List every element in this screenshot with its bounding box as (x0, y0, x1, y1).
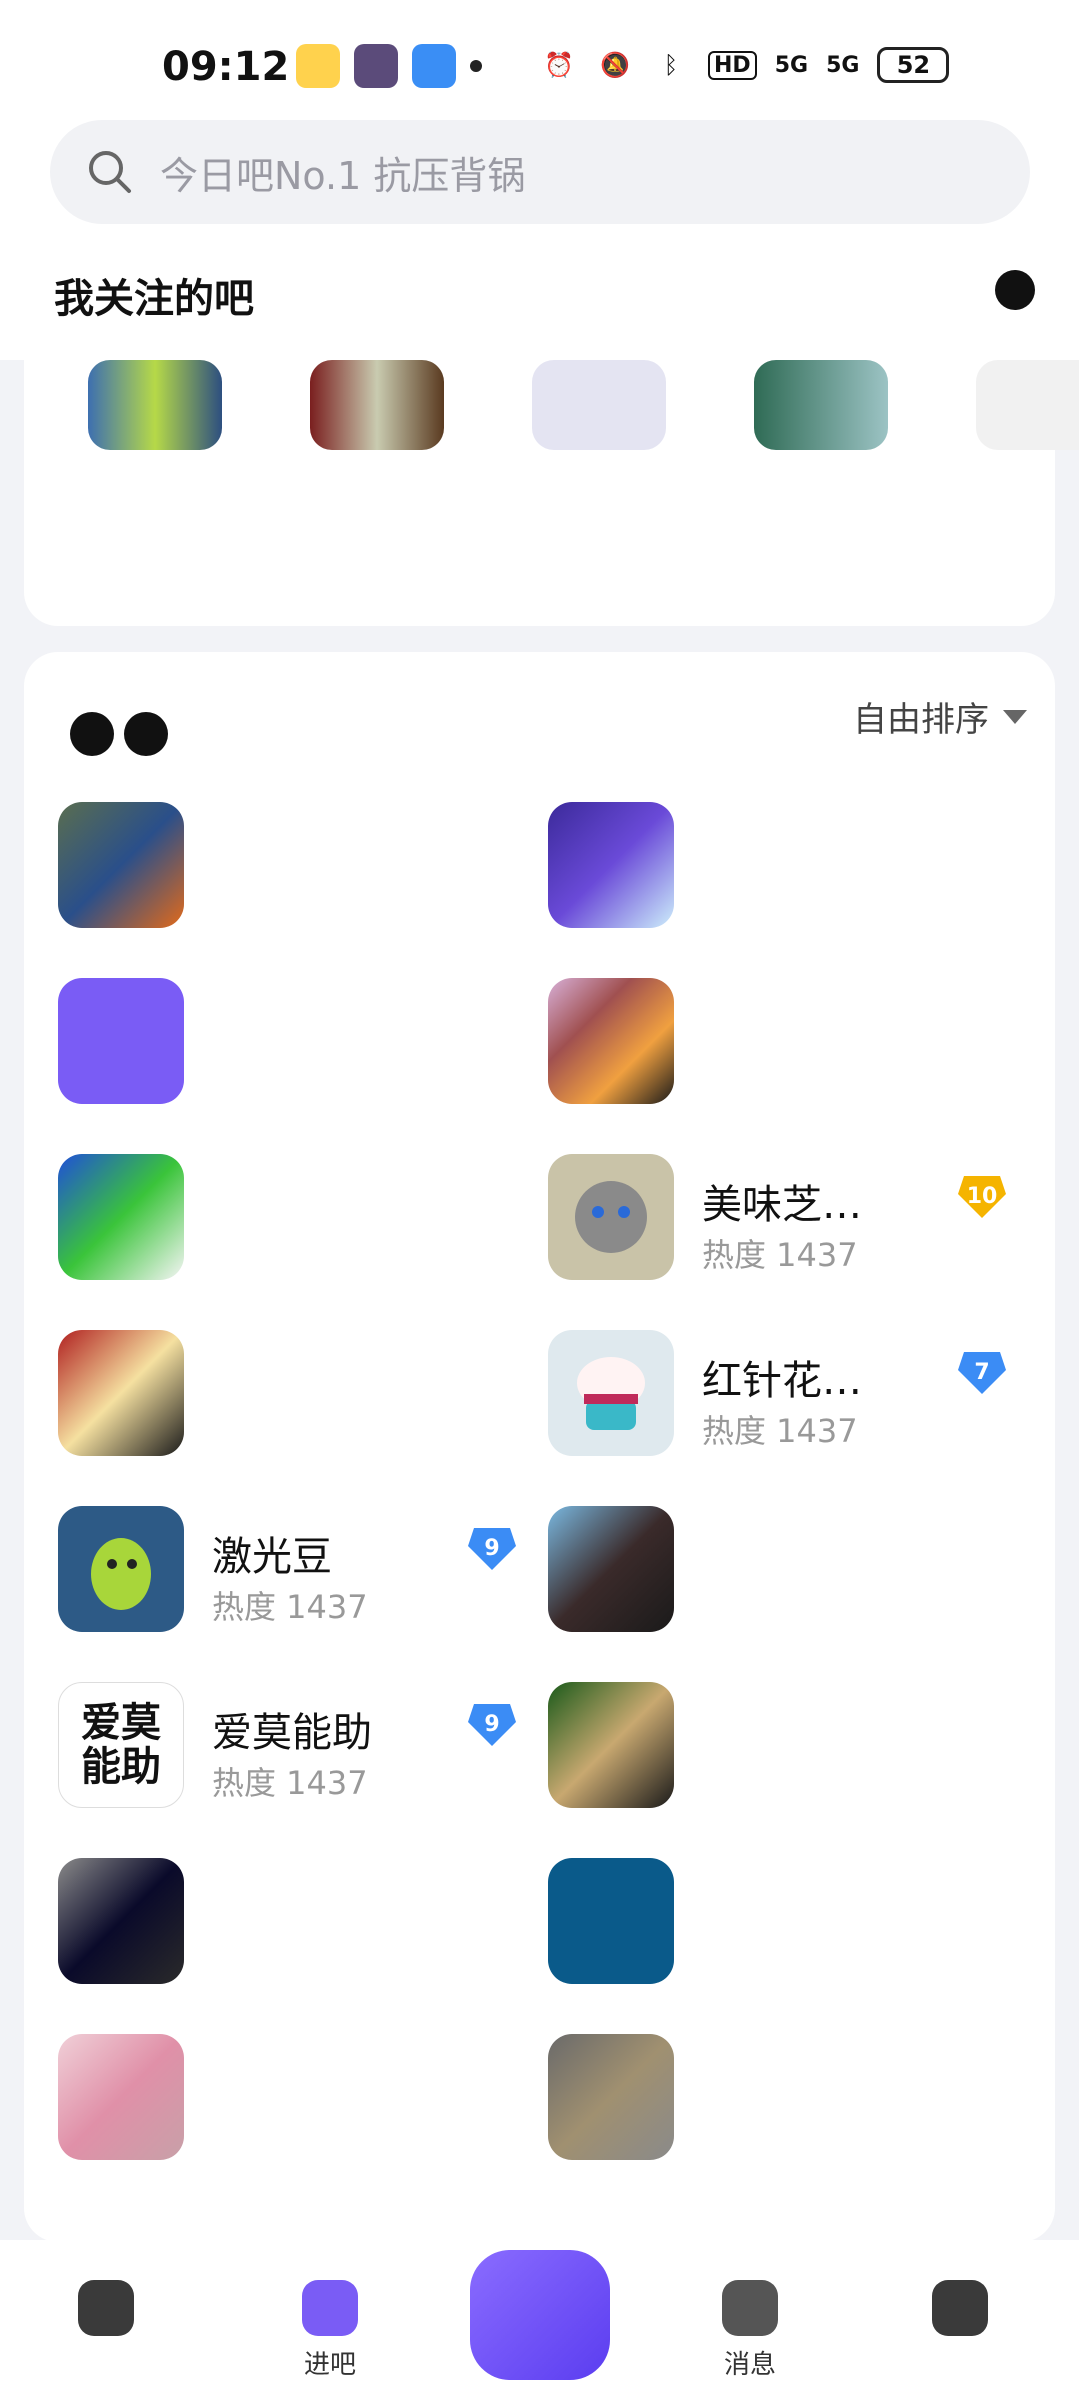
signal-5g-icon: 5G (774, 52, 809, 78)
level-badge: 7 (956, 1346, 1008, 1398)
bar-item[interactable]: 爱莫能助 爱莫能助 热度 1437 9 (58, 1672, 548, 1848)
alarm-icon: ⏰ (544, 51, 574, 79)
bar-item[interactable] (548, 968, 1038, 1144)
nav-profile[interactable] (900, 2280, 1020, 2344)
nav-enter-bar-label: 进吧 (303, 2350, 356, 2380)
bar-item[interactable] (548, 792, 1038, 968)
followed-bars-title (70, 712, 168, 766)
search-placeholder: 今日吧No.1 抗压背锅 (160, 153, 526, 198)
more-notifications-dot-icon (470, 60, 482, 72)
bar-item[interactable] (58, 1320, 548, 1496)
bar-avatar (548, 802, 674, 928)
k-app-icon (354, 44, 398, 88)
recent-icons-row (88, 360, 1079, 450)
section-title: 我关注的吧 (54, 276, 254, 322)
bar-avatar (548, 1858, 674, 1984)
bar-item[interactable]: 美味芝… 热度 1437 10 (548, 1144, 1038, 1320)
signal-5g-icon-2: 5G (826, 52, 860, 78)
bar-heat: 热度 1437 (702, 1236, 858, 1274)
profile-icon (932, 2280, 988, 2336)
system-icons: ⏰ 🔕 ᛒ HD 5G 5G 52 (540, 46, 950, 84)
bar-avatar (58, 978, 184, 1104)
header: 今日吧No.1 抗压背锅 我关注的吧 (0, 110, 1079, 360)
recent-item-icon[interactable] (754, 360, 888, 450)
bar-name: 爱莫能助 (212, 1710, 372, 1756)
bar-item[interactable]: 红针花… 热度 1437 7 (548, 1320, 1038, 1496)
sort-dropdown[interactable]: 自由排序 (853, 692, 1027, 741)
bar-item[interactable] (58, 968, 548, 1144)
level-number: 10 (966, 1183, 998, 1209)
bar-avatar (58, 1858, 184, 1984)
more-icon[interactable] (990, 270, 1040, 350)
bluetooth-icon: ᛒ (663, 51, 679, 79)
bar-avatar (548, 978, 674, 1104)
level-number: 9 (484, 1711, 500, 1737)
nav-home[interactable] (46, 2280, 166, 2344)
bar-name: 红针花… (702, 1358, 862, 1404)
recent-item-icon[interactable] (976, 360, 1079, 450)
chevron-down-icon (1003, 709, 1027, 724)
home-icon (78, 2280, 134, 2336)
bar-heat: 热度 1437 (702, 1412, 858, 1450)
bar-avatar (548, 1506, 674, 1632)
level-number: 9 (484, 1535, 500, 1561)
search-icon (89, 151, 131, 193)
bar-avatar (58, 1330, 184, 1456)
bar-item[interactable] (548, 2024, 1038, 2200)
hd-icon: HD (708, 50, 757, 80)
message-icon (722, 2280, 778, 2336)
mute-icon: 🔕 (600, 51, 630, 79)
level-number: 7 (974, 1359, 990, 1385)
battery-level: 52 (896, 51, 931, 79)
bar-heat: 热度 1437 (212, 1588, 368, 1626)
bar-avatar (58, 802, 184, 928)
bar-item[interactable] (548, 1848, 1038, 2024)
character-avatar-icon (577, 1357, 645, 1430)
bars-grid: 美味芝… 热度 1437 10 红针花… 热度 1437 7 激光豆 热度 14… (58, 792, 1038, 2200)
bar-item[interactable] (548, 1672, 1038, 1848)
notification-icons (296, 44, 482, 88)
bar-avatar (548, 1330, 674, 1456)
browser-app-icon (412, 44, 456, 88)
battery-icon: 52 (877, 47, 950, 83)
level-badge: 10 (956, 1170, 1008, 1222)
sort-label: 自由排序 (853, 700, 989, 740)
bar-avatar (548, 1682, 674, 1808)
level-badge: 9 (466, 1698, 518, 1750)
post-button[interactable] (470, 2250, 610, 2380)
bar-avatar: 爱莫能助 (58, 1682, 184, 1808)
bar-item[interactable] (58, 2024, 548, 2200)
recent-card (24, 360, 1079, 626)
bar-avatar (58, 1506, 184, 1632)
recent-item-icon[interactable] (310, 360, 444, 450)
bar-avatar (58, 1154, 184, 1280)
folder-app-icon (296, 44, 340, 88)
level-badge: 9 (466, 1522, 518, 1574)
bar-item[interactable]: 激光豆 热度 1437 9 (58, 1496, 548, 1672)
bar-item[interactable] (58, 792, 548, 968)
bar-item[interactable] (58, 1848, 548, 2024)
bar-heat: 热度 1437 (212, 1764, 368, 1802)
cat-avatar-icon (575, 1181, 647, 1253)
bar-avatar (58, 2034, 184, 2160)
status-bar: 09:12 ⏰ 🔕 ᛒ HD 5G 5G 52 (0, 0, 1079, 110)
nav-messages-label: 消息 (723, 2350, 776, 2380)
bar-name: 激光豆 (212, 1534, 332, 1580)
recent-item-icon[interactable] (532, 360, 666, 450)
enter-bar-icon (302, 2280, 358, 2336)
pea-avatar-icon (91, 1538, 151, 1610)
bar-avatar (548, 1154, 674, 1280)
status-time: 09:12 (162, 44, 290, 90)
bar-item[interactable] (58, 1144, 548, 1320)
bar-avatar (548, 2034, 674, 2160)
bar-item[interactable] (548, 1496, 1038, 1672)
recent-item-icon[interactable] (88, 360, 222, 450)
followed-bars-card: 自由排序 美味芝… 热度 1437 10 红针花… 热度 1437 7 激光豆 … (24, 652, 1055, 2242)
search-bar[interactable]: 今日吧No.1 抗压背锅 (50, 120, 1030, 224)
nav-messages[interactable]: 消息 (690, 2280, 810, 2381)
bar-name: 美味芝… (702, 1182, 862, 1228)
bottom-nav: 进吧 消息 (0, 2240, 1079, 2400)
avatar-logo-text: 爱莫能助 (81, 1700, 161, 1790)
nav-enter-bar[interactable]: 进吧 (270, 2280, 390, 2381)
